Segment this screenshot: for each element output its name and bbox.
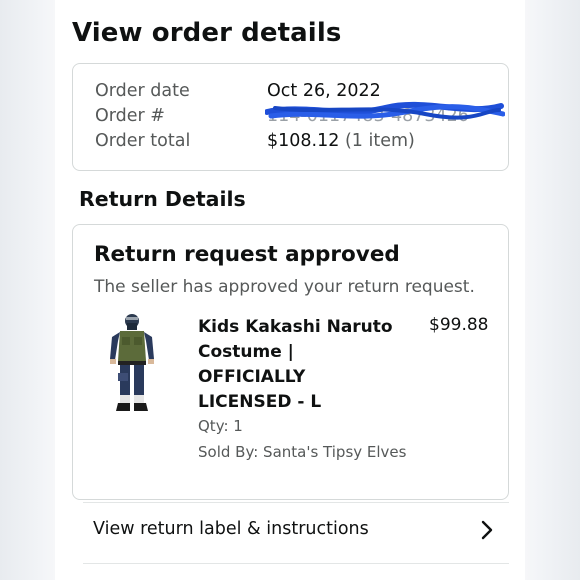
page-title: View order details — [72, 18, 342, 48]
product-image[interactable] — [108, 313, 156, 421]
view-return-label-button[interactable]: View return label & instructions — [83, 503, 509, 563]
order-number-label: Order # — [95, 106, 165, 126]
order-total-value: $108.12 (1 item) — [267, 131, 415, 151]
view-return-label-text: View return label & instructions — [93, 519, 369, 539]
order-summary-card: Order date Oct 26, 2022 Order # 114-0117… — [72, 63, 509, 171]
order-date-value: Oct 26, 2022 — [267, 81, 381, 101]
return-status-message: The seller has approved your return requ… — [94, 277, 475, 297]
return-details-card: Return request approved The seller has a… — [72, 224, 509, 500]
redaction-scribble — [265, 101, 505, 120]
order-total-label: Order total — [95, 131, 191, 151]
return-status-title: Return request approved — [94, 242, 400, 267]
order-total-amount: $108.12 — [267, 131, 340, 151]
order-details-page: View order details Order date Oct 26, 20… — [55, 0, 525, 580]
order-date-label: Order date — [95, 81, 190, 101]
return-details-heading: Return Details — [79, 187, 246, 211]
chevron-right-icon — [481, 520, 493, 540]
divider — [83, 563, 509, 564]
product-name-link[interactable]: Kids Kakashi Naruto Costume | OFFICIALLY… — [198, 315, 398, 415]
order-total-items: (1 item) — [344, 131, 415, 151]
product-seller: Sold By: Santa's Tipsy Elves — [198, 443, 407, 461]
product-quantity: Qty: 1 — [198, 417, 243, 435]
product-price: $99.88 — [429, 315, 489, 335]
